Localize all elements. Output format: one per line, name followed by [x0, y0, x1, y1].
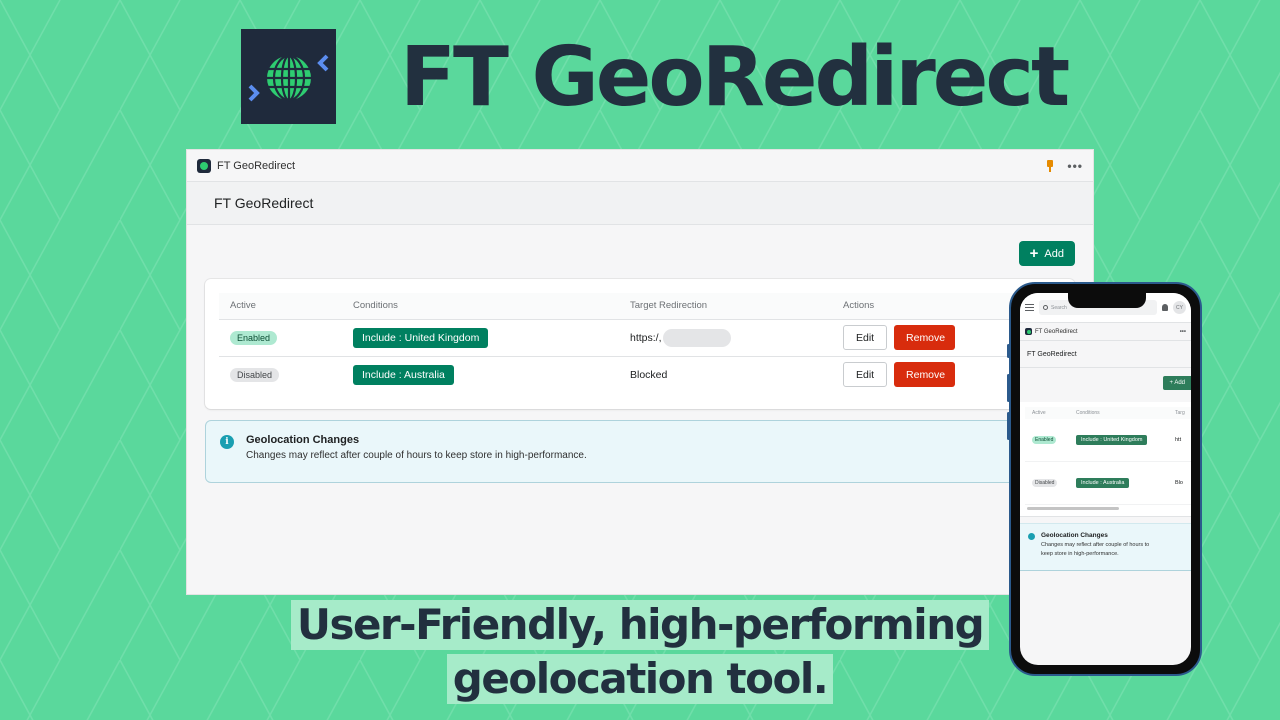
main-content: + Add Active Conditions Target Redirecti… [187, 225, 1093, 483]
rules-card: Active Conditions Target Redirection Act… [205, 279, 1075, 409]
condition-tag: Include : United Kingdom [353, 327, 489, 348]
mobile-info-banner: Geolocation Changes Changes may reflect … [1020, 523, 1191, 571]
info-banner: i Geolocation Changes Changes may reflec… [205, 420, 1075, 483]
target-value: htt [1175, 437, 1182, 443]
phone-mockup: Search CY FT GeoRedirect ••• FT GeoRedir… [1007, 282, 1202, 676]
add-button[interactable]: + Add [1018, 241, 1075, 266]
table-row: Disabled Include : Australia Blo [1025, 462, 1191, 505]
tagline-line-1: User-Friendly, high-performing [290, 600, 990, 650]
status-badge: Disabled [1032, 479, 1058, 487]
topbar-app-name: FT GeoRedirect [217, 159, 296, 172]
table-row: Disabled Include : Australia Blocked Edi… [219, 356, 1061, 393]
column-header-target: Target Redirection [619, 293, 832, 320]
page-title: FT GeoRedirect [214, 195, 314, 211]
edit-button[interactable]: Edit [843, 325, 888, 350]
banner-title: Geolocation Changes [246, 434, 360, 446]
remove-button[interactable]: Remove [894, 362, 956, 388]
more-icon[interactable]: ••• [1067, 160, 1083, 172]
mobile-app-name: FT GeoRedirect [1035, 328, 1078, 335]
target-value: Blo [1175, 480, 1183, 486]
hero-title: FT GeoRedirect [400, 30, 1070, 125]
avatar[interactable]: CY [1173, 301, 1186, 314]
page-header: FT GeoRedirect [187, 182, 1093, 225]
window-topbar: FT GeoRedirect ••• [187, 150, 1093, 182]
tagline-line-2: geolocation tool. [446, 654, 834, 704]
status-badge: Enabled [230, 330, 278, 345]
app-icon [197, 158, 211, 173]
phone-screen: Search CY FT GeoRedirect ••• FT GeoRedir… [1020, 293, 1191, 665]
more-icon[interactable]: ••• [1180, 329, 1186, 335]
table-header-row: Active Conditions Target Redirection Act… [219, 293, 1061, 320]
info-icon: i [220, 435, 234, 449]
mobile-table-header: Active Conditions Targ [1025, 407, 1191, 419]
status-badge: Disabled [230, 367, 280, 382]
search-placeholder: Search [1051, 304, 1067, 311]
horizontal-scrollbar[interactable] [1027, 507, 1119, 510]
banner-text: Changes may reflect after couple of hour… [1041, 542, 1150, 557]
status-badge: Enabled [1032, 436, 1057, 444]
column-header-active: Active [219, 293, 342, 320]
mobile-rules-card: Active Conditions Targ Enabled Include :… [1020, 402, 1191, 517]
app-window: FT GeoRedirect ••• FT GeoRedirect + Add … [186, 149, 1094, 595]
plus-icon: + [1029, 245, 1039, 262]
rules-table: Active Conditions Target Redirection Act… [219, 293, 1061, 393]
column-header-conditions: Conditions [1076, 410, 1100, 416]
table-row: Enabled Include : United Kingdom htt [1025, 419, 1191, 462]
condition-tag: Include : Australia [1076, 478, 1130, 488]
banner-text: Changes may reflect after couple of hour… [246, 450, 587, 461]
table-row: Enabled Include : United Kingdom https:/… [219, 319, 1061, 357]
search-icon [1043, 305, 1048, 310]
target-url[interactable]: https:/, [630, 332, 662, 344]
mobile-page-title: FT GeoRedirect [1020, 341, 1191, 368]
add-button-label: Add [1044, 247, 1064, 260]
condition-tag: Include : United Kingdom [1076, 435, 1148, 445]
app-icon [1025, 328, 1032, 335]
target-value: Blocked [630, 368, 668, 381]
info-icon [1028, 533, 1035, 540]
remove-button[interactable]: Remove [894, 325, 956, 350]
mobile-app-bar: FT GeoRedirect ••• [1020, 323, 1191, 341]
column-header-active: Active [1032, 410, 1046, 416]
menu-icon[interactable] [1025, 304, 1034, 311]
edit-button[interactable]: Edit [843, 362, 888, 388]
mobile-add-button[interactable]: + Add [1163, 376, 1191, 390]
condition-tag: Include : Australia [353, 364, 454, 385]
column-header-conditions: Conditions [342, 293, 619, 320]
column-header-target: Targ [1175, 410, 1185, 416]
globe-redirect-icon [248, 54, 329, 102]
phone-notch [1068, 293, 1146, 308]
hero-logo [241, 29, 336, 124]
bell-icon[interactable] [1162, 304, 1168, 311]
pin-icon[interactable] [1045, 159, 1055, 172]
redacted-url [662, 328, 731, 347]
banner-title: Geolocation Changes [1041, 532, 1108, 539]
